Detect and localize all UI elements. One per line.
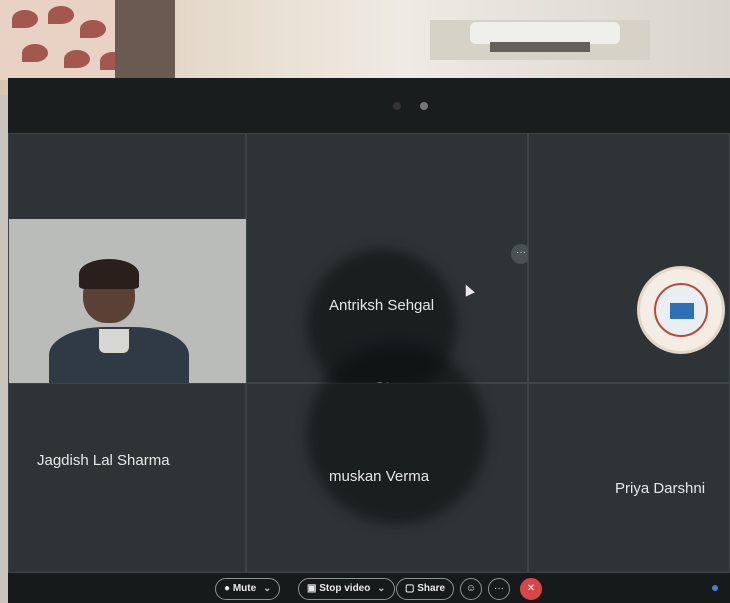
wall-lamp — [430, 20, 650, 60]
monitor: ··· Antriksh Sehgal ■ ● Jagdish Lal Shar… — [8, 78, 730, 603]
door-frame — [115, 0, 175, 85]
stop-video-button[interactable]: ▣ Stop video ⌄ — [298, 578, 395, 600]
share-button[interactable]: ▢ Share — [396, 578, 455, 600]
participant-tile-jagdish[interactable]: Jagdish Lal Sharma — [8, 383, 246, 573]
participant-name: Jagdish Lal Sharma — [37, 452, 170, 469]
react-icon[interactable]: ☺ — [460, 578, 482, 600]
person-collar — [99, 329, 129, 353]
book-icon — [670, 303, 694, 319]
participant-name: Priya Darshni — [615, 480, 706, 497]
institution-logo — [637, 266, 725, 354]
status-dot — [712, 585, 718, 591]
person-hair — [79, 259, 139, 289]
monitor-bezel — [8, 78, 730, 133]
more-button[interactable]: ··· — [488, 578, 510, 600]
screen-reflection — [307, 344, 487, 524]
meeting-toolbar: ● Mute ⌄ ▣ Stop video ⌄ ▢ Share ☺ ··· ✕ — [8, 573, 730, 603]
participant-tile-jagdish-video[interactable] — [8, 133, 247, 385]
meeting-gallery: ··· Antriksh Sehgal ■ ● Jagdish Lal Shar… — [8, 133, 730, 573]
participant-name: Antriksh Sehgal — [329, 297, 435, 314]
camera-light — [420, 102, 428, 110]
video-icon: ▣ — [307, 583, 317, 594]
end-call-button[interactable]: ✕ — [520, 578, 542, 600]
mic-icon: ● — [224, 583, 231, 594]
share-icon: ▢ — [405, 583, 415, 594]
camera-dot — [393, 102, 401, 110]
participant-video — [9, 219, 247, 385]
participant-tile-priya[interactable]: Priya Darshni — [528, 383, 730, 573]
chevron-down-icon[interactable]: ⌄ — [377, 583, 385, 594]
participant-name: muskan Verma — [329, 468, 430, 485]
stop-video-label: Stop video — [319, 583, 371, 594]
mute-button[interactable]: ● Mute ⌄ — [215, 578, 281, 600]
mute-label: Mute — [232, 583, 257, 594]
participant-tile-muskan[interactable]: muskan Verma — [246, 344, 528, 573]
logo-emblem — [654, 283, 708, 337]
mouse-cursor — [461, 282, 475, 297]
share-label: Share — [417, 583, 446, 594]
participant-tile-logo[interactable] — [528, 133, 730, 383]
chevron-down-icon[interactable]: ⌄ — [263, 583, 271, 594]
